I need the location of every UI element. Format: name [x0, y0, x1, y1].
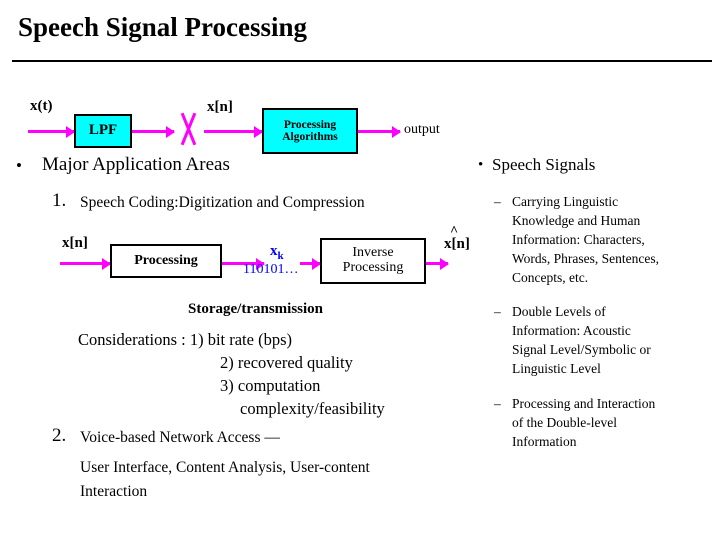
sampler-switch-icon: [176, 112, 202, 148]
right-item-1-line-1: Information: Acoustic: [512, 323, 631, 338]
processing-algorithms-line1: Processing: [283, 118, 337, 131]
right-item-0-line-0: Carrying Linguistic: [512, 194, 619, 209]
left-item2-sub-line2: Interaction: [80, 483, 148, 500]
top-xt-label: x(t): [30, 98, 53, 114]
right-heading: Speech Signals: [492, 155, 596, 174]
mid-xk-subscript: k: [277, 250, 284, 262]
mid-xk-label: xk: [270, 243, 284, 262]
considerations-line2: 2) recovered quality: [220, 353, 353, 372]
left-item2-text: Voice-based Network Access —: [80, 429, 280, 446]
top-output-label: output: [404, 122, 440, 137]
mid-xk-base: x: [270, 243, 278, 259]
top-xn-label: x[n]: [207, 99, 233, 115]
mid-bits-label: 110101…: [243, 262, 299, 277]
right-item-0-line-1: Knowledge and Human: [512, 213, 641, 228]
arrow-inverse-to-xhat: [426, 262, 448, 265]
right-item-0-line-3: Words, Phrases, Sentences,: [512, 251, 660, 266]
page-title: Speech Signal Processing: [18, 12, 308, 42]
right-item-1-line-0: Double Levels of: [512, 304, 606, 319]
right-item-0-line-4: Concepts, etc.: [512, 270, 589, 285]
processing-algorithms-line2: Algorithms: [282, 131, 338, 143]
right-item-2-line-1: of the Double-level: [512, 415, 617, 430]
left-item2-number: 2.: [52, 425, 67, 446]
right-item-1-line-2: Signal Level/Symbolic or: [512, 342, 651, 357]
slide-root: Speech Signal Processing x(t) LPF x[n] P…: [0, 0, 720, 540]
considerations-line1: Considerations : 1) bit rate (bps): [78, 330, 293, 349]
lpf-box: LPF: [74, 114, 132, 148]
inverse-processing-line2: Processing: [342, 260, 404, 275]
arrow-xk-to-inverse: [300, 262, 320, 265]
right-heading-bullet: •: [478, 157, 484, 173]
left-item2-sub-line1: User Interface, Content Analysis, User-c…: [80, 459, 370, 476]
arrow-xt-to-lpf: [28, 130, 74, 133]
inverse-processing-box: Inverse Processing: [320, 238, 426, 284]
inverse-processing-line1: Inverse: [352, 245, 394, 261]
left-heading: Major Application Areas: [42, 154, 230, 175]
right-item-2-dash: –: [494, 396, 501, 411]
right-item-1-line-3: Linguistic Level: [512, 361, 601, 376]
considerations-line4: complexity/feasibility: [240, 399, 385, 418]
right-item-0-dash: –: [494, 194, 501, 209]
mid-processing-label: Processing: [134, 252, 198, 268]
arrow-lpf-to-sampler: [132, 130, 174, 133]
mid-xhat-label: x[n]: [444, 236, 470, 252]
left-item1-text: Speech Coding:Digitization and Compressi…: [80, 194, 365, 211]
arrow-sampler-to-processing: [204, 130, 262, 133]
considerations-line3: 3) computation: [220, 376, 321, 395]
right-item-2-line-0: Processing and Interaction: [512, 396, 656, 411]
arrow-xn-to-processing: [60, 262, 110, 265]
arrow-processing-to-output: [358, 130, 400, 133]
right-item-2-line-2: Information: [512, 434, 577, 449]
left-heading-bullet: •: [16, 156, 22, 175]
lpf-box-label: LPF: [88, 122, 118, 139]
right-item-0-line-2: Information: Characters,: [512, 232, 645, 247]
mid-processing-box: Processing: [110, 244, 222, 278]
storage-transmission-label: Storage/transmission: [188, 301, 323, 317]
right-item-1-dash: –: [494, 304, 501, 319]
mid-xn-label: x[n]: [62, 235, 88, 251]
left-item1-number: 1.: [52, 190, 67, 211]
title-divider: [12, 60, 712, 62]
processing-algorithms-box: Processing Algorithms: [262, 108, 358, 154]
